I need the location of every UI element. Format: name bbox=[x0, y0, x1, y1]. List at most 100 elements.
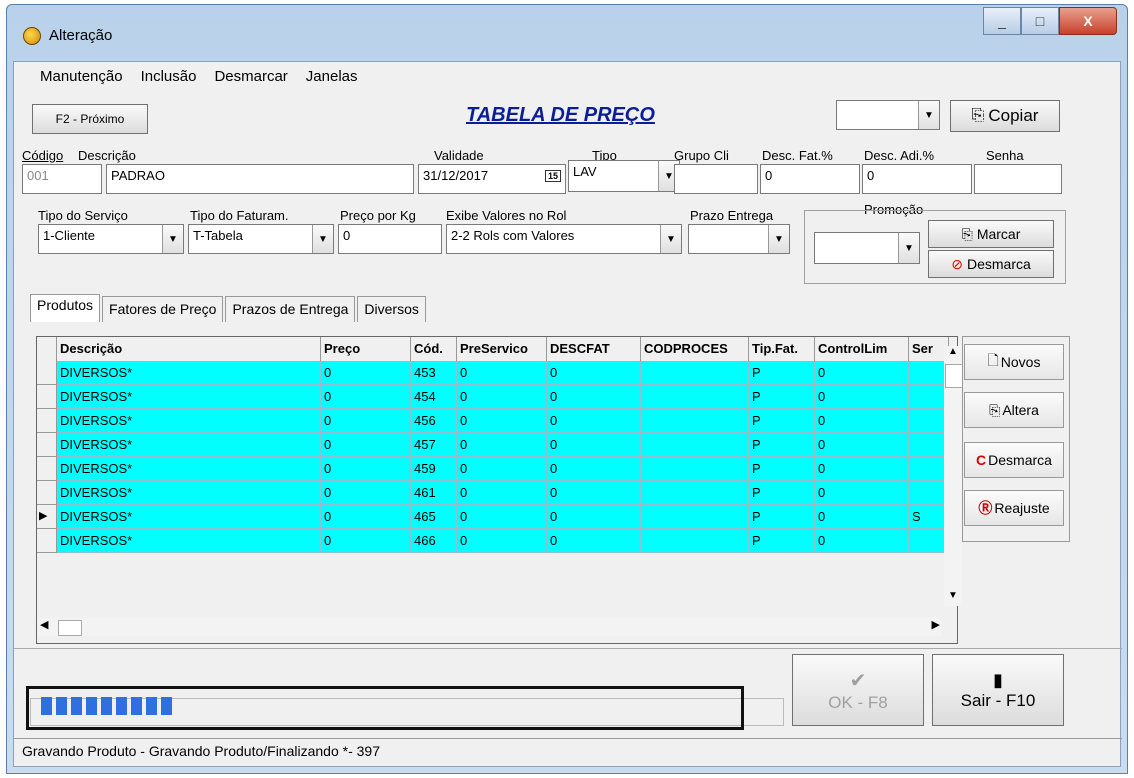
table-cell[interactable]: 0 bbox=[457, 409, 547, 433]
maximize-button[interactable]: □ bbox=[1021, 7, 1059, 35]
table-cell[interactable]: 453 bbox=[411, 361, 457, 385]
ok-button[interactable]: ✔ OK - F8 bbox=[792, 654, 924, 726]
table-row[interactable]: DIVERSOS* 0 466 0 0 P 0 bbox=[37, 529, 949, 553]
table-cell[interactable]: 0 bbox=[547, 433, 641, 457]
row-indicator[interactable] bbox=[37, 481, 57, 505]
copy-source-combo[interactable]: ▼ bbox=[836, 100, 940, 130]
table-cell[interactable]: 0 bbox=[457, 433, 547, 457]
codigo-field[interactable]: 001 bbox=[22, 164, 102, 194]
chevron-down-icon[interactable]: ▼ bbox=[898, 233, 919, 263]
table-cell[interactable] bbox=[641, 457, 749, 481]
table-cell[interactable] bbox=[641, 433, 749, 457]
novos-button[interactable]: 🗋 Novos bbox=[964, 344, 1064, 380]
scroll-up-icon[interactable]: ▲ bbox=[944, 346, 962, 362]
table-cell[interactable] bbox=[641, 409, 749, 433]
row-indicator[interactable] bbox=[37, 457, 57, 481]
marcar-button[interactable]: ⎘ Marcar bbox=[928, 220, 1054, 248]
scroll-down-icon[interactable]: ▼ bbox=[944, 590, 962, 606]
table-cell[interactable]: DIVERSOS* bbox=[57, 409, 321, 433]
chevron-down-icon[interactable]: ▼ bbox=[768, 225, 789, 253]
table-cell[interactable]: 0 bbox=[321, 409, 411, 433]
table-cell[interactable]: 0 bbox=[321, 529, 411, 553]
chevron-down-icon[interactable]: ▼ bbox=[312, 225, 333, 253]
tab-fatores-preco[interactable]: Fatores de Preço bbox=[102, 296, 224, 322]
table-cell[interactable] bbox=[909, 409, 949, 433]
tipo-combo[interactable]: LAV ▼ bbox=[568, 160, 680, 192]
desc-fat-field[interactable]: 0 bbox=[760, 164, 860, 194]
table-cell[interactable]: 0 bbox=[321, 361, 411, 385]
table-cell[interactable]: P bbox=[749, 385, 815, 409]
table-cell[interactable]: DIVERSOS* bbox=[57, 361, 321, 385]
table-cell[interactable] bbox=[641, 529, 749, 553]
table-cell[interactable]: 0 bbox=[457, 385, 547, 409]
grid-horizontal-scrollbar[interactable]: ◀ ▶ bbox=[38, 618, 942, 636]
table-cell[interactable]: DIVERSOS* bbox=[57, 385, 321, 409]
tipo-servico-combo[interactable]: 1-Cliente ▼ bbox=[38, 224, 184, 254]
preco-kg-field[interactable]: 0 bbox=[338, 224, 442, 254]
reajuste-button[interactable]: Ⓡ Reajuste bbox=[964, 490, 1064, 526]
column-header[interactable]: Preço bbox=[321, 337, 411, 361]
scroll-left-icon[interactable]: ◀ bbox=[40, 618, 48, 631]
table-cell[interactable]: DIVERSOS* bbox=[57, 433, 321, 457]
table-cell[interactable]: 466 bbox=[411, 529, 457, 553]
row-indicator[interactable] bbox=[37, 361, 57, 385]
copy-button[interactable]: ⎘ Copiar bbox=[950, 100, 1060, 132]
table-cell[interactable]: DIVERSOS* bbox=[57, 457, 321, 481]
table-cell[interactable]: 0 bbox=[457, 505, 547, 529]
table-cell[interactable]: DIVERSOS* bbox=[57, 481, 321, 505]
row-indicator[interactable] bbox=[37, 409, 57, 433]
chevron-down-icon[interactable]: ▼ bbox=[162, 225, 183, 253]
table-cell[interactable] bbox=[641, 385, 749, 409]
exit-button[interactable]: ▮ Sair - F10 bbox=[932, 654, 1064, 726]
tab-produtos[interactable]: Produtos bbox=[30, 294, 101, 322]
column-header[interactable]: PreServico bbox=[457, 337, 547, 361]
table-cell[interactable]: 0 bbox=[547, 409, 641, 433]
table-cell[interactable]: 457 bbox=[411, 433, 457, 457]
table-cell[interactable]: 0 bbox=[547, 529, 641, 553]
table-cell[interactable]: 0 bbox=[321, 433, 411, 457]
senha-field[interactable] bbox=[974, 164, 1062, 194]
table-cell[interactable]: 461 bbox=[411, 481, 457, 505]
desmarca-button[interactable]: ⊘ Desmarca bbox=[928, 250, 1054, 278]
desc-adi-field[interactable]: 0 bbox=[862, 164, 972, 194]
calendar-icon[interactable]: 15 bbox=[544, 170, 561, 182]
table-cell[interactable] bbox=[909, 433, 949, 457]
table-cell[interactable]: 0 bbox=[321, 481, 411, 505]
desmarca-side-button[interactable]: C Desmarca bbox=[964, 442, 1064, 478]
table-row[interactable]: DIVERSOS* 0 461 0 0 P 0 bbox=[37, 481, 949, 505]
scroll-right-icon[interactable]: ▶ bbox=[932, 618, 940, 631]
minimize-button[interactable]: _ bbox=[983, 7, 1021, 35]
table-cell[interactable]: DIVERSOS* bbox=[57, 505, 321, 529]
hscroll-thumb[interactable] bbox=[58, 620, 82, 636]
table-cell[interactable]: S bbox=[909, 505, 949, 529]
table-row[interactable]: ▶ DIVERSOS* 0 465 0 0 P 0 S bbox=[37, 505, 949, 529]
table-cell[interactable] bbox=[641, 505, 749, 529]
next-button[interactable]: F2 - Próximo bbox=[32, 104, 148, 134]
table-cell[interactable] bbox=[909, 385, 949, 409]
scroll-thumb[interactable] bbox=[945, 364, 963, 388]
grupo-cli-field[interactable] bbox=[674, 164, 758, 194]
column-header[interactable]: Ser bbox=[909, 337, 949, 361]
descricao-field[interactable]: PADRAO bbox=[106, 164, 414, 194]
table-cell[interactable]: DIVERSOS* bbox=[57, 529, 321, 553]
table-cell[interactable]: 465 bbox=[411, 505, 457, 529]
table-cell[interactable]: 0 bbox=[815, 409, 909, 433]
column-header[interactable]: Descrição bbox=[57, 337, 321, 361]
tab-diversos[interactable]: Diversos bbox=[357, 296, 426, 322]
table-cell[interactable]: 459 bbox=[411, 457, 457, 481]
table-row[interactable]: DIVERSOS* 0 457 0 0 P 0 bbox=[37, 433, 949, 457]
table-cell[interactable]: P bbox=[749, 481, 815, 505]
table-cell[interactable]: 0 bbox=[815, 481, 909, 505]
chevron-down-icon[interactable]: ▼ bbox=[660, 225, 681, 253]
table-cell[interactable]: 0 bbox=[815, 457, 909, 481]
menu-manutencao[interactable]: Manutenção bbox=[38, 66, 125, 87]
menu-janelas[interactable]: Janelas bbox=[304, 66, 360, 87]
table-row[interactable]: DIVERSOS* 0 454 0 0 P 0 bbox=[37, 385, 949, 409]
column-header[interactable]: Tip.Fat. bbox=[749, 337, 815, 361]
table-cell[interactable]: 0 bbox=[457, 361, 547, 385]
row-indicator[interactable]: ▶ bbox=[37, 505, 57, 529]
row-indicator[interactable] bbox=[37, 385, 57, 409]
table-cell[interactable] bbox=[909, 529, 949, 553]
table-cell[interactable]: 0 bbox=[547, 361, 641, 385]
table-cell[interactable] bbox=[909, 481, 949, 505]
